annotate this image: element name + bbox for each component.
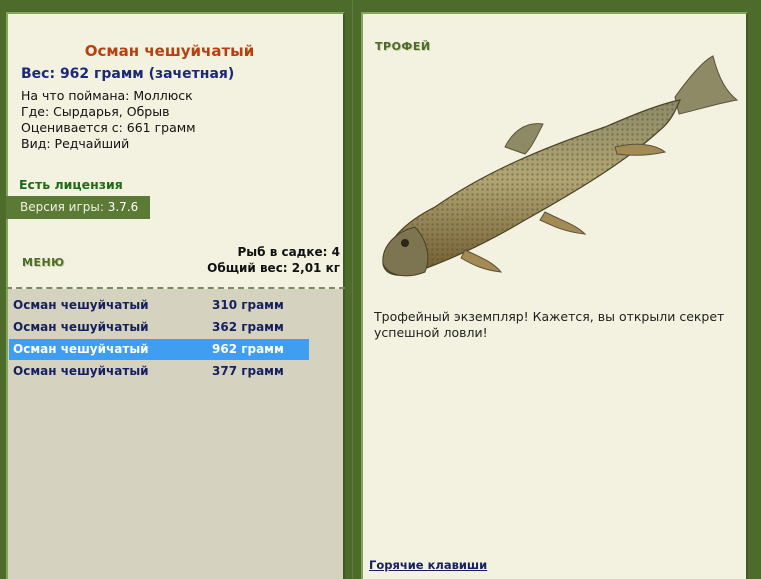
version-value: 3.7.6 bbox=[107, 200, 139, 214]
catch-list-item[interactable]: Осман чешуйчатый 362 грамм bbox=[9, 317, 309, 338]
catch-item-weight: 362 грамм bbox=[212, 320, 284, 334]
catch-item-name: Осман чешуйчатый bbox=[13, 320, 149, 334]
game-version: Версия игры: 3.7.6 bbox=[6, 196, 150, 219]
total-weight: Общий вес: 2,01 кг bbox=[207, 261, 340, 275]
fish-count: Рыб в садке: 4 bbox=[237, 245, 341, 259]
catch-item-weight: 310 грамм bbox=[212, 298, 284, 312]
catch-list-item[interactable]: Осман чешуйчатый 377 грамм bbox=[9, 361, 309, 382]
catch-item-name: Осман чешуйчатый bbox=[13, 364, 149, 378]
rarity-info: Вид: Редчайший bbox=[21, 136, 130, 151]
catch-item-name: Осман чешуйчатый bbox=[13, 298, 149, 312]
license-status: Есть лицензия bbox=[19, 177, 123, 192]
catch-list-item[interactable]: Осман чешуйчатый 962 грамм bbox=[9, 339, 309, 360]
hotkeys-link[interactable]: Горячие клавиши bbox=[369, 558, 487, 572]
menu-button[interactable]: МЕНЮ bbox=[22, 256, 65, 269]
version-label: Версия игры: bbox=[20, 200, 104, 214]
catch-item-name: Осман чешуйчатый bbox=[13, 342, 149, 356]
fish-name-title: Осман чешуйчатый bbox=[84, 42, 255, 60]
min-weight-info: Оценивается с: 661 грамм bbox=[21, 120, 196, 135]
catch-list-item[interactable]: Осман чешуйчатый 310 грамм bbox=[9, 295, 309, 316]
fish-icon bbox=[382, 55, 739, 277]
trophy-description: Трофейный экземпляр! Кажется, вы открыли… bbox=[374, 309, 725, 340]
fish-weight: Вес: 962 грамм (зачетная) bbox=[21, 66, 235, 82]
catch-item-weight: 377 грамм bbox=[212, 364, 284, 378]
bait-info: На что поймана: Моллюск bbox=[21, 88, 193, 103]
location-info: Где: Сырдарья, Обрыв bbox=[21, 104, 170, 119]
catch-item-weight: 962 грамм bbox=[212, 342, 284, 356]
